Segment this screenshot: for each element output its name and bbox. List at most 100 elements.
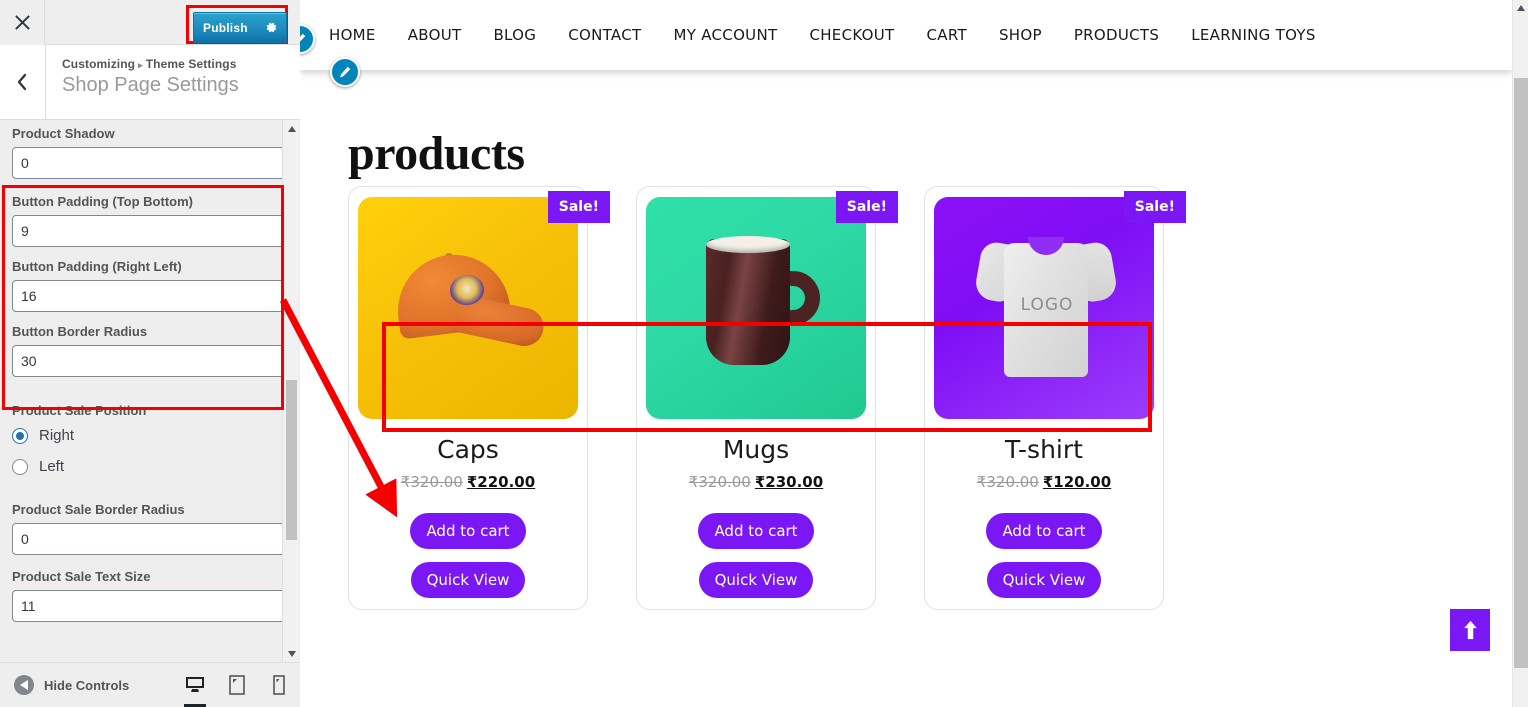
- breadcrumb-separator-icon: ▸: [138, 60, 143, 70]
- radio-option-right[interactable]: Right: [12, 427, 288, 444]
- sidebar-scrollbar-thumb[interactable]: [286, 380, 297, 540]
- control-label: Product Shadow: [12, 126, 115, 141]
- device-preview-switcher: [174, 663, 300, 707]
- site-navigation-bar: HOME ABOUT BLOG CONTACT MY ACCOUNT CHECK…: [300, 0, 1512, 70]
- sale-badge: Sale!: [1123, 191, 1186, 223]
- publish-button[interactable]: Publish: [193, 12, 287, 43]
- control-product-shadow: Product Shadow: [0, 120, 300, 179]
- tshirt-graphic: LOGO: [973, 229, 1119, 389]
- product-actions: Add to cart Quick View: [410, 513, 526, 611]
- product-price: ₹320.00 ₹230.00: [689, 473, 823, 491]
- nav-item-checkout[interactable]: CHECKOUT: [809, 26, 894, 44]
- radio-button[interactable]: [12, 427, 28, 444]
- price-original: ₹320.00: [400, 473, 463, 491]
- quick-view-button[interactable]: Quick View: [410, 562, 526, 598]
- product-image-caps[interactable]: [358, 197, 578, 419]
- product-title[interactable]: Mugs: [723, 435, 789, 464]
- collapse-left-icon: [14, 675, 34, 695]
- control-product-sale-text-size: Product Sale Text Size: [0, 555, 300, 622]
- sidebar-scrollbar[interactable]: [282, 120, 299, 662]
- panel-title: Shop Page Settings: [62, 74, 239, 96]
- add-to-cart-button[interactable]: Add to cart: [986, 513, 1102, 549]
- product-image-mugs[interactable]: [646, 197, 866, 419]
- screen: HOME ABOUT BLOG CONTACT MY ACCOUNT CHECK…: [0, 0, 1528, 707]
- price-sale: ₹220.00: [466, 473, 536, 491]
- control-label: Button Padding (Top Bottom): [12, 194, 193, 209]
- radio-button[interactable]: [12, 458, 28, 475]
- sidebar-scroll-down-arrow-icon[interactable]: [283, 645, 300, 662]
- button-padding-top-bottom-input[interactable]: [12, 215, 288, 247]
- button-padding-right-left-input[interactable]: [12, 280, 288, 312]
- control-product-sale-position: Product Sale Position Right Left: [0, 377, 300, 475]
- control-button-padding-tb: Button Padding (Top Bottom): [0, 179, 300, 247]
- chevron-left-icon[interactable]: [0, 45, 46, 119]
- breadcrumb: Customizing ▸ Theme Settings: [62, 57, 239, 71]
- price-original: ₹320.00: [976, 473, 1039, 491]
- add-to-cart-button[interactable]: Add to cart: [410, 513, 526, 549]
- tablet-icon[interactable]: [216, 663, 258, 707]
- radio-label: Right: [39, 427, 75, 444]
- hide-controls-label: Hide Controls: [44, 677, 130, 693]
- nav-item-learning-toys[interactable]: LEARNING TOYS: [1191, 26, 1316, 44]
- product-sale-border-radius-input[interactable]: [12, 523, 288, 555]
- product-price: ₹320.00 ₹120.00: [977, 473, 1111, 491]
- product-title[interactable]: T-shirt: [1005, 435, 1083, 464]
- product-title[interactable]: Caps: [437, 435, 499, 464]
- page-title: products: [348, 127, 525, 180]
- control-label: Product Sale Position: [12, 403, 147, 418]
- product-sale-text-size-input[interactable]: [12, 590, 288, 622]
- nav-item-cart[interactable]: CART: [927, 26, 967, 44]
- control-label: Button Border Radius: [12, 324, 148, 339]
- product-image-tshirt[interactable]: LOGO: [934, 197, 1154, 419]
- nav-item-home[interactable]: HOME: [329, 26, 376, 44]
- breadcrumb-section[interactable]: Theme Settings: [146, 57, 237, 71]
- customizer-header: Customizing ▸ Theme Settings Shop Page Set…: [0, 45, 300, 120]
- browser-scrollbar[interactable]: [1512, 0, 1528, 707]
- product-card-caps[interactable]: Sale! Caps ₹320.00 ₹220.00 Add to cart Qu…: [348, 186, 610, 611]
- price-sale: ₹120.00: [1042, 473, 1112, 491]
- arrow-up-icon: [1463, 620, 1477, 640]
- control-label: Button Padding (Right Left): [12, 259, 182, 274]
- control-product-sale-border-radius: Product Sale Border Radius: [0, 475, 300, 555]
- scrollbar-up-arrow-icon[interactable]: [1513, 0, 1528, 16]
- publish-button-label: Publish: [203, 20, 248, 35]
- nav-item-blog[interactable]: BLOG: [493, 26, 536, 44]
- nav-item-shop[interactable]: SHOP: [999, 26, 1042, 44]
- tshirt-logo-text: LOGO: [1020, 295, 1074, 315]
- price-sale: ₹230.00: [754, 473, 824, 491]
- hide-controls-button[interactable]: Hide Controls: [14, 675, 129, 695]
- product-grid: Sale! Caps ₹320.00 ₹220.00 Add to cart Qu…: [348, 186, 1186, 611]
- radio-label: Left: [39, 458, 65, 475]
- breadcrumb-root[interactable]: Customizing: [62, 57, 135, 71]
- close-icon[interactable]: [0, 0, 45, 45]
- product-actions: Add to cart Quick View: [698, 513, 814, 611]
- nav-menu: HOME ABOUT BLOG CONTACT MY ACCOUNT CHECK…: [329, 26, 1348, 44]
- gear-icon[interactable]: [265, 21, 278, 34]
- scrollbar-thumb[interactable]: [1514, 78, 1528, 668]
- nav-item-products[interactable]: PRODUCTS: [1074, 26, 1159, 44]
- pencil-edit-icon-hero[interactable]: [330, 57, 360, 87]
- sidebar-scroll-up-arrow-icon[interactable]: [283, 120, 300, 137]
- nav-item-contact[interactable]: CONTACT: [568, 26, 641, 44]
- button-border-radius-input[interactable]: [12, 345, 288, 377]
- add-to-cart-button[interactable]: Add to cart: [698, 513, 814, 549]
- control-button-padding-rl: Button Padding (Right Left): [0, 247, 300, 312]
- product-shadow-input[interactable]: [12, 147, 288, 179]
- quick-view-button[interactable]: Quick View: [986, 562, 1102, 598]
- product-actions: Add to cart Quick View: [986, 513, 1102, 611]
- controls-scroll-area: Product Shadow Button Padding (Top Botto…: [0, 120, 300, 622]
- control-button-border-radius: Button Border Radius: [0, 312, 300, 377]
- mobile-icon[interactable]: [258, 663, 300, 707]
- nav-item-about[interactable]: ABOUT: [408, 26, 462, 44]
- scroll-to-top-button[interactable]: [1450, 609, 1490, 651]
- customizer-footer: Hide Controls: [0, 662, 300, 707]
- cap-graphic: [388, 248, 548, 350]
- radio-option-left[interactable]: Left: [12, 458, 288, 475]
- site-preview-frame: HOME ABOUT BLOG CONTACT MY ACCOUNT CHECK…: [300, 0, 1528, 707]
- mug-graphic: [698, 236, 822, 367]
- product-card-tshirt[interactable]: LOGO Sale! T-shirt ₹320.00 ₹120.00 Add to…: [924, 186, 1186, 611]
- nav-item-my-account[interactable]: MY ACCOUNT: [673, 26, 777, 44]
- desktop-icon[interactable]: [174, 663, 216, 707]
- quick-view-button[interactable]: Quick View: [698, 562, 814, 598]
- product-card-mugs[interactable]: Sale! Mugs ₹320.00 ₹230.00 Add to cart Qu…: [636, 186, 898, 611]
